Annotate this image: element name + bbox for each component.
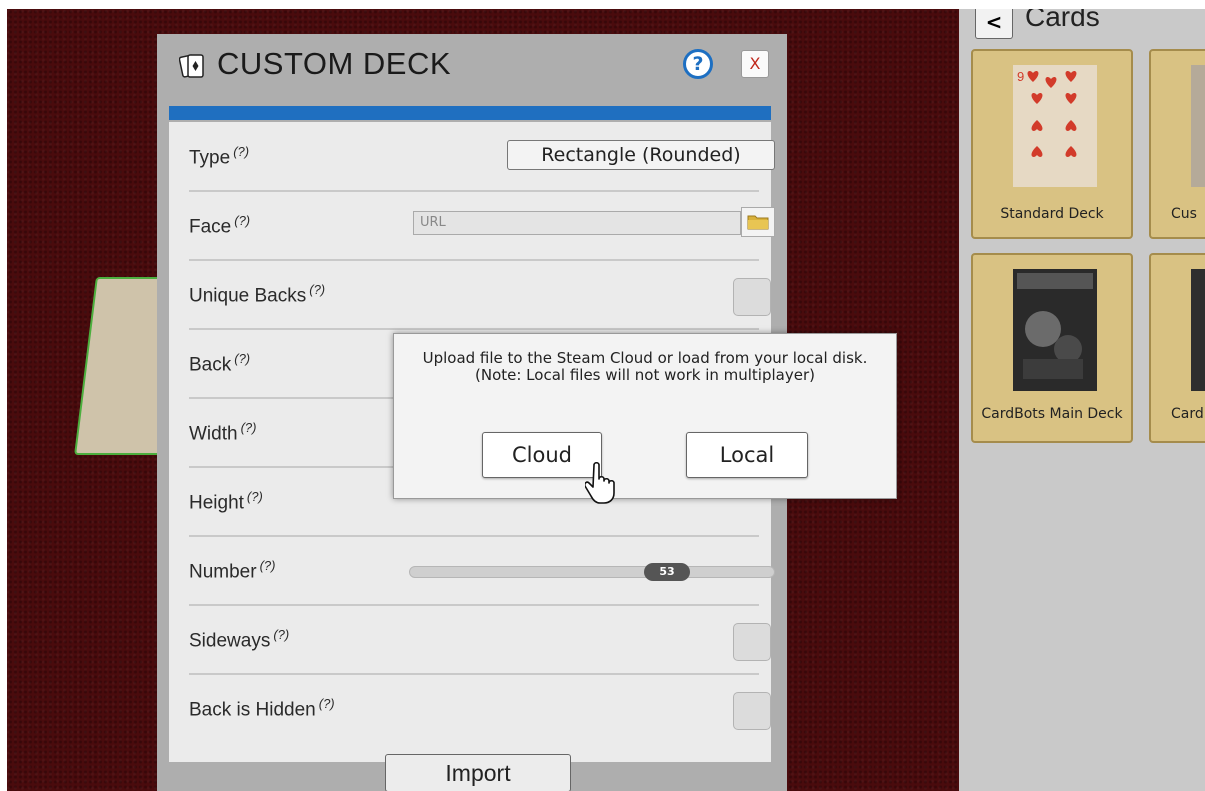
face-url-input[interactable]: URL [413, 211, 741, 235]
unique-backs-checkbox[interactable] [733, 278, 771, 316]
face-row: Face (?) URL [189, 191, 775, 261]
sidebar-title: Cards [1025, 9, 1100, 32]
card-image [1191, 269, 1205, 391]
height-hint[interactable]: (?) [247, 489, 263, 504]
game-table: CUSTOM DECK ? X Type (?) Rectangle (Round… [7, 9, 1205, 791]
back-is-hidden-label: Back is Hidden [189, 699, 316, 721]
tile-caption: Standard Deck [1000, 206, 1104, 222]
tile-caption: Cus [1171, 206, 1197, 222]
back-arrow-button[interactable]: < [975, 9, 1013, 39]
number-slider-handle[interactable]: 53 [644, 563, 690, 581]
number-label: Number [189, 561, 257, 583]
card-deck-icon [179, 54, 204, 78]
type-row: Type (?) Rectangle (Rounded) [189, 122, 775, 192]
sideways-hint[interactable]: (?) [273, 627, 289, 642]
header-divider [169, 106, 771, 120]
tile-cardbots-main-deck[interactable]: CardBots Main Deck [971, 253, 1133, 443]
unique-backs-label: Unique Backs [189, 285, 307, 307]
import-button[interactable]: Import [385, 754, 571, 791]
cardbots-card-image [1013, 269, 1097, 391]
custom-card-image [1191, 65, 1205, 187]
svg-text:9: 9 [1017, 69, 1024, 84]
number-hint[interactable]: (?) [260, 558, 276, 573]
back-label: Back [189, 354, 232, 376]
back-hint[interactable]: (?) [234, 351, 250, 366]
tile-caption: Card [1171, 406, 1204, 422]
help-button[interactable]: ? [683, 49, 713, 79]
close-button[interactable]: X [741, 50, 769, 78]
type-label: Type [189, 147, 231, 169]
upload-dialog: Upload file to the Steam Cloud or load f… [393, 333, 897, 499]
unique-backs-row: Unique Backs (?) [189, 260, 771, 330]
sideways-row: Sideways (?) [189, 605, 771, 675]
sideways-checkbox[interactable] [733, 623, 771, 661]
tile-caption: CardBots Main Deck [981, 406, 1123, 422]
sideways-label: Sideways [189, 630, 271, 652]
local-button[interactable]: Local [686, 432, 808, 478]
cloud-button[interactable]: Cloud [482, 432, 602, 478]
type-dropdown[interactable]: Rectangle (Rounded) [507, 140, 775, 170]
face-hint[interactable]: (?) [234, 213, 250, 228]
number-slider[interactable]: 53 [409, 563, 775, 581]
number-row: Number (?) 53 [189, 536, 775, 606]
back-is-hidden-row: Back is Hidden (?) [189, 674, 771, 742]
tile-card[interactable]: Card [1149, 253, 1205, 443]
height-label: Height [189, 492, 244, 514]
playing-card-image: 9 [1013, 65, 1097, 187]
folder-icon [747, 215, 769, 230]
width-label: Width [189, 423, 238, 445]
cards-sidebar: < Cards 9 Standard Deck Cus CardBots Mai… [959, 9, 1205, 791]
unique-backs-hint[interactable]: (?) [309, 282, 325, 297]
upload-message: Upload file to the Steam Cloud or load f… [422, 349, 868, 384]
face-label: Face [189, 216, 232, 238]
type-hint[interactable]: (?) [233, 144, 249, 159]
back-is-hidden-hint[interactable]: (?) [319, 696, 335, 711]
face-folder-button[interactable] [741, 207, 775, 237]
tile-standard-deck[interactable]: 9 Standard Deck [971, 49, 1133, 239]
width-hint[interactable]: (?) [241, 420, 257, 435]
back-is-hidden-checkbox[interactable] [733, 692, 771, 730]
hand-pointer-icon [585, 461, 615, 504]
tile-custom[interactable]: Cus [1149, 49, 1205, 239]
panel-title: CUSTOM DECK [217, 46, 452, 81]
